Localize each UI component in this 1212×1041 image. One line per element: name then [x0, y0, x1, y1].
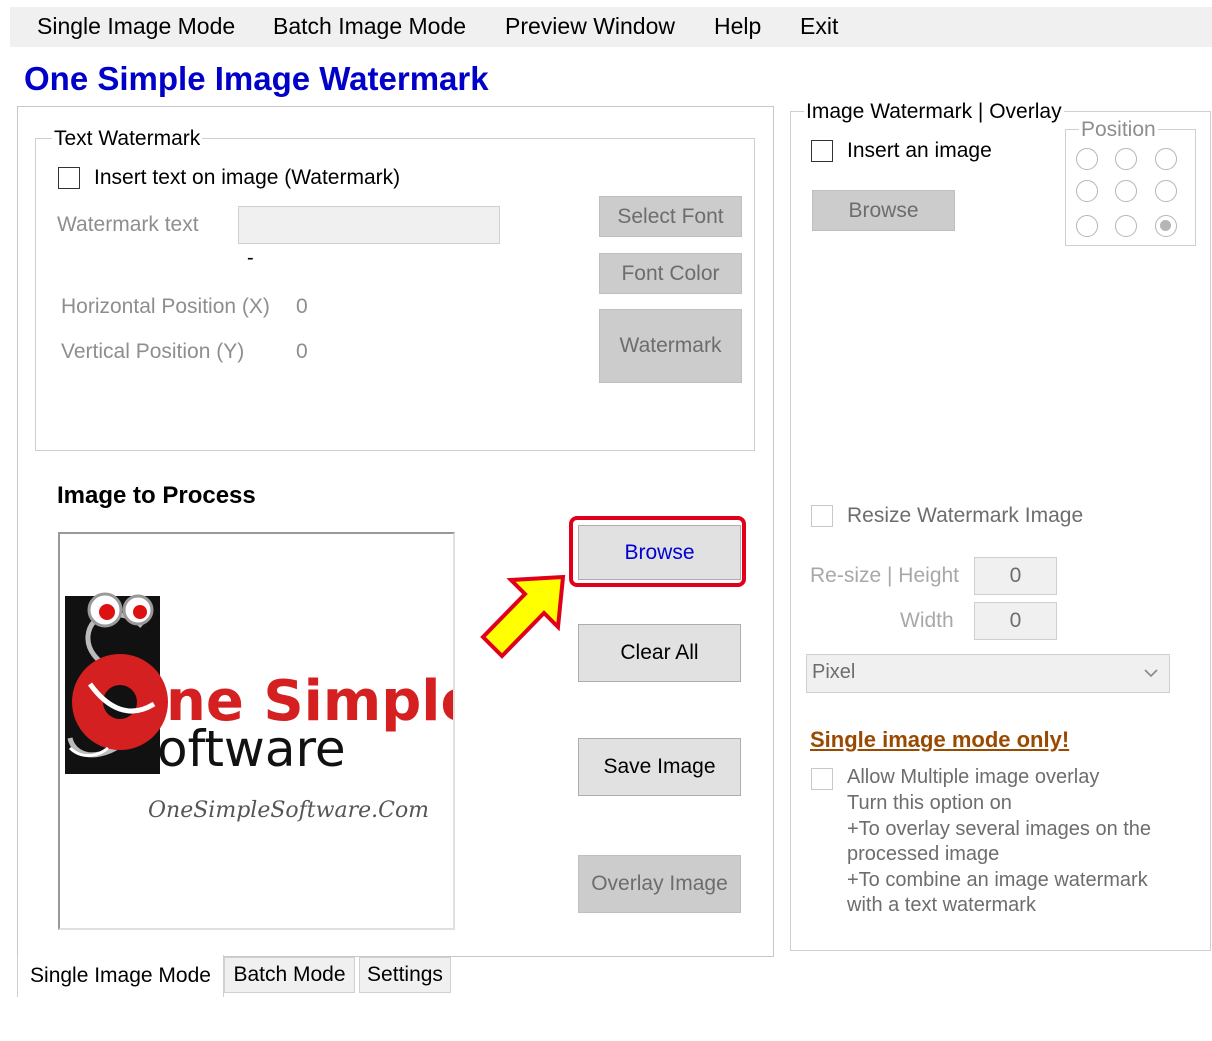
horizontal-position-value: 0 [296, 295, 308, 318]
menu-preview-window[interactable]: Preview Window [505, 12, 675, 40]
overlay-help-text: Turn this option on +To overlay several … [847, 791, 1151, 919]
image-watermark-title: Image Watermark | Overlay [804, 100, 1064, 124]
insert-image-checkbox[interactable] [811, 140, 833, 162]
overlay-help-line: processed image [847, 843, 1000, 865]
resize-height-label: Re-size | Height [810, 564, 960, 587]
menu-help[interactable]: Help [714, 12, 761, 40]
unit-select-value: Pixel [812, 661, 856, 683]
unit-select[interactable]: Pixel [806, 654, 1170, 693]
position-bottom-center-radio[interactable] [1115, 215, 1137, 237]
overlay-help-line: Turn this option on [847, 792, 1012, 814]
app-title: One Simple Image Watermark [24, 60, 489, 97]
logo-url-text: OneSimpleSoftware.Com [148, 798, 429, 823]
image-preview-box: ne Simple oftware OneSimpleSoftware.Com [58, 532, 455, 930]
save-image-button[interactable]: Save Image [578, 738, 741, 796]
resize-watermark-checkbox[interactable] [811, 505, 833, 527]
clear-all-button[interactable]: Clear All [578, 624, 741, 682]
position-top-left-radio[interactable] [1076, 148, 1098, 170]
image-to-process-heading: Image to Process [57, 482, 256, 509]
insert-text-label: Insert text on image (Watermark) [94, 166, 401, 189]
menu-single-image-mode[interactable]: Single Image Mode [37, 12, 235, 40]
allow-multiple-overlay-label: Allow Multiple image overlay [847, 766, 1100, 788]
select-font-button[interactable]: Select Font [599, 196, 742, 237]
tab-batch-mode[interactable]: Batch Mode [224, 957, 355, 993]
position-bottom-left-radio[interactable] [1076, 215, 1098, 237]
overlay-image-button[interactable]: Overlay Image [578, 855, 741, 913]
tab-settings[interactable]: Settings [359, 957, 451, 993]
width-input[interactable]: 0 [974, 602, 1057, 640]
watermark-button[interactable]: Watermark [599, 309, 742, 383]
logo-bottom-text: oftware [157, 720, 346, 778]
one-simple-software-logo: ne Simple oftware OneSimpleSoftware.Com [65, 592, 453, 823]
overlay-help-line: with a text watermark [847, 894, 1036, 916]
height-input[interactable]: 0 [974, 557, 1057, 595]
tab-single-image-mode[interactable]: Single Image Mode [17, 955, 224, 997]
position-top-right-radio[interactable] [1155, 148, 1177, 170]
watermark-text-input[interactable] [238, 206, 500, 244]
text-watermark-title: Text Watermark [52, 127, 203, 151]
overlay-help-line: +To overlay several images on the [847, 817, 1152, 840]
text-preview-dash: - [247, 247, 254, 269]
chevron-down-icon [1144, 669, 1158, 678]
browse-image-button[interactable]: Browse [578, 525, 741, 580]
position-title: Position [1079, 118, 1158, 142]
arrow-pointer-icon [480, 574, 566, 659]
position-middle-left-radio[interactable] [1076, 180, 1098, 202]
menu-exit[interactable]: Exit [800, 12, 838, 40]
position-middle-right-radio[interactable] [1155, 180, 1177, 202]
font-color-button[interactable]: Font Color [599, 253, 742, 294]
horizontal-position-label: Horizontal Position (X) [61, 295, 270, 318]
resize-watermark-label: Resize Watermark Image [847, 504, 1084, 527]
position-middle-center-radio[interactable] [1115, 180, 1137, 202]
position-bottom-right-radio[interactable] [1155, 215, 1177, 237]
position-top-center-radio[interactable] [1115, 148, 1137, 170]
single-mode-note: Single image mode only! [810, 727, 1070, 752]
vertical-position-label: Vertical Position (Y) [61, 340, 245, 363]
menu-batch-image-mode[interactable]: Batch Image Mode [273, 12, 466, 40]
vertical-position-value: 0 [296, 340, 308, 363]
insert-text-checkbox[interactable] [58, 167, 80, 189]
browse-watermark-button[interactable]: Browse [812, 190, 955, 231]
allow-multiple-overlay-checkbox[interactable] [811, 768, 833, 790]
overlay-help-line: +To combine an image watermark [847, 868, 1148, 891]
watermark-text-label: Watermark text [57, 213, 199, 236]
width-label: Width [900, 609, 954, 632]
insert-image-label: Insert an image [847, 139, 992, 162]
